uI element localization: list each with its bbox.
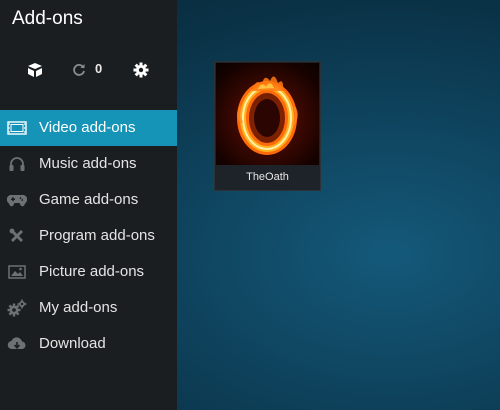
sidebar-item-label: Music add-ons [39,155,137,172]
category-menu: Video add-ons Music add-ons Game add-ons… [0,110,177,362]
film-icon [7,119,27,137]
cloud-download-icon [7,335,27,353]
sidebar-item-label: Download [39,335,106,352]
sidebar-item-music-addons[interactable]: Music add-ons [0,146,177,182]
picture-icon [7,263,27,281]
gears-icon [7,299,27,317]
sidebar: Add-ons 0 Video add-ons Music add-ons Ga… [0,0,177,410]
sidebar-item-download[interactable]: Download [0,326,177,362]
addon-name: TheOath [246,171,289,183]
gear-icon [133,62,149,78]
sidebar-item-picture-addons[interactable]: Picture add-ons [0,254,177,290]
sidebar-item-video-addons[interactable]: Video add-ons [0,110,177,146]
sidebar-item-label: Picture add-ons [39,263,145,280]
gamepad-icon [7,191,27,209]
sidebar-item-label: My add-ons [39,299,118,316]
sidebar-item-my-addons[interactable]: My add-ons [0,290,177,326]
sidebar-item-program-addons[interactable]: Program add-ons [0,218,177,254]
tools-icon [7,227,27,245]
sidebar-item-label: Program add-ons [39,227,155,244]
flaming-o-logo [216,63,319,165]
toolbar: 0 [0,56,177,84]
install-button[interactable] [24,56,46,84]
refresh-icon [73,64,85,76]
headphones-icon [7,155,27,173]
page-title: Add-ons [12,8,83,29]
update-count: 0 [95,61,103,76]
check-updates-button[interactable] [70,56,88,84]
sidebar-item-label: Game add-ons [39,191,139,208]
settings-button[interactable] [131,56,151,84]
sidebar-item-game-addons[interactable]: Game add-ons [0,182,177,218]
sidebar-item-label: Video add-ons [39,119,136,136]
addon-tile-theoath[interactable]: TheOath [214,61,321,191]
open-box-icon [28,63,42,77]
